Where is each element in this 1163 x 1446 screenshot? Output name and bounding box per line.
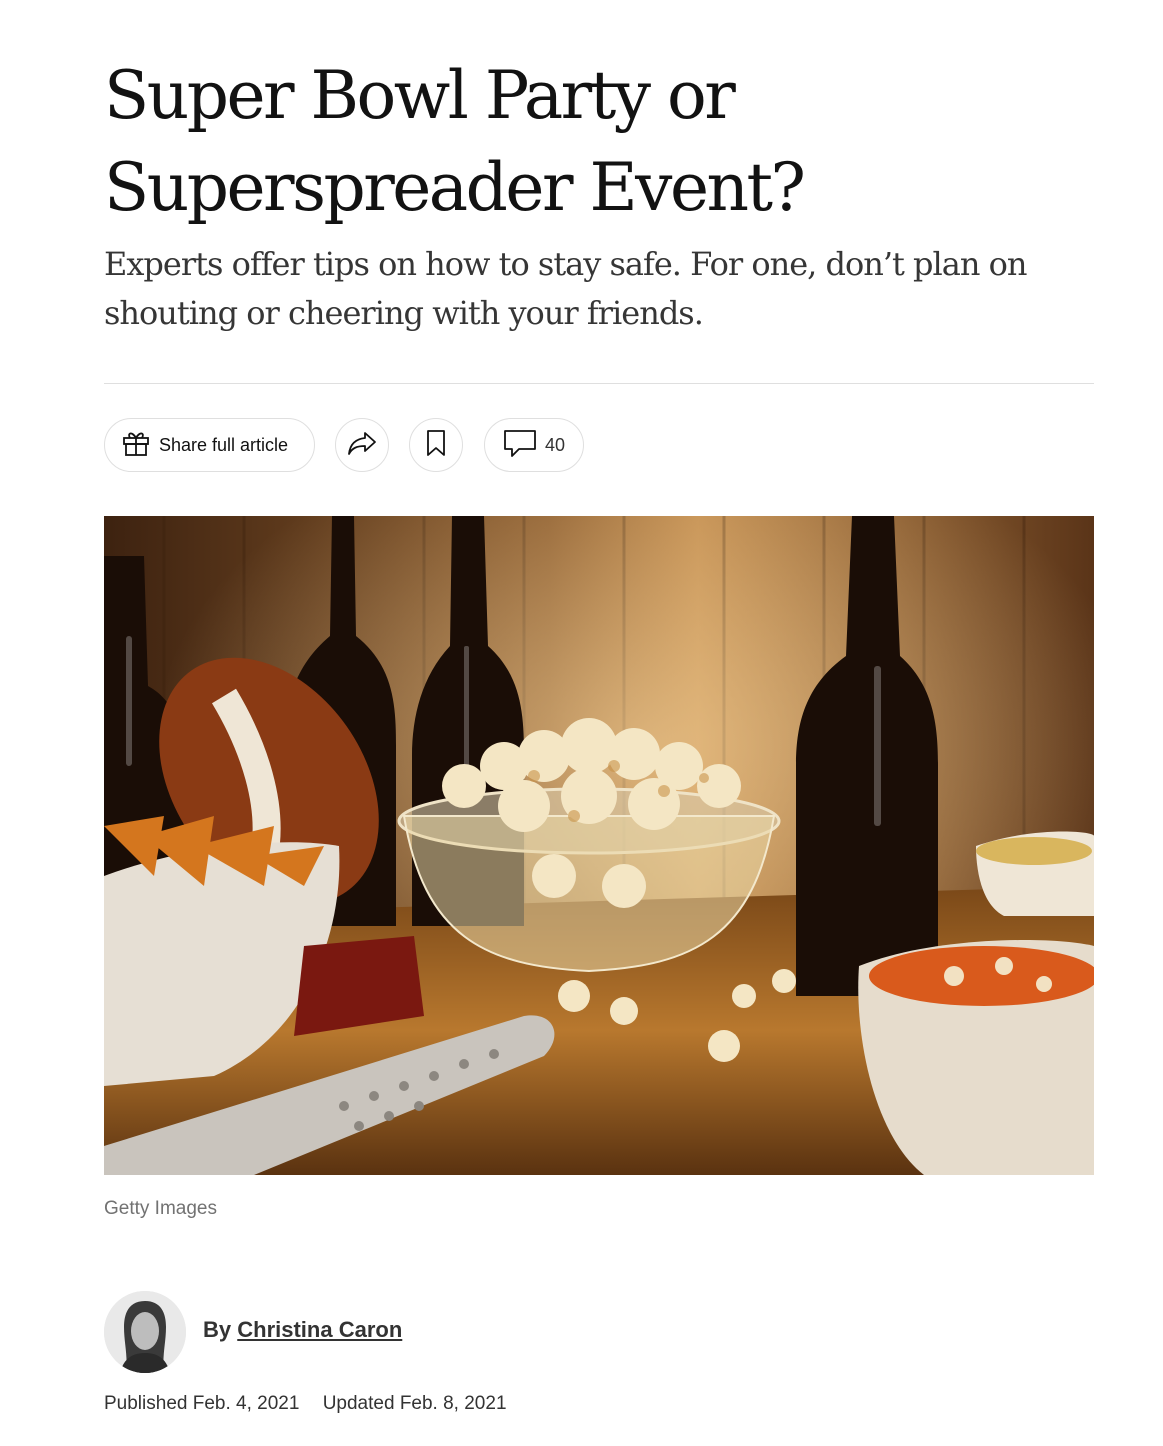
author-avatar [104,1291,186,1373]
share-arrow-icon [346,429,378,462]
share-full-article-button[interactable]: Share full article [104,418,315,472]
article-summary: Experts offer tips on how to stay safe. … [104,245,1027,332]
byline: By Christina Caron [203,1317,402,1343]
author-link[interactable]: Christina Caron [237,1317,402,1342]
share-full-article-label: Share full article [159,434,289,455]
gift-icon [121,428,151,463]
image-credit: Getty Images [104,1198,217,1219]
share-button[interactable] [335,418,389,472]
updated-date: Updated Feb. 8, 2021 [322,1393,507,1414]
article-dates: Published Feb. 4, 2021 Updated Feb. 8, 2… [104,1393,507,1415]
headline: Super Bowl Party or Superspreader Event? [104,57,806,226]
byline-prefix: By [203,1317,232,1342]
bookmark-icon [425,429,447,462]
comments-count: 40 [544,434,566,455]
comments-button[interactable]: 40 [484,418,584,472]
published-date: Published Feb. 4, 2021 [104,1393,300,1414]
comment-bubble-icon [503,428,537,463]
hero-image [104,516,1094,1175]
divider [104,383,1094,384]
save-button[interactable] [409,418,463,472]
super-bowl-snacks-photo [104,516,1094,1175]
